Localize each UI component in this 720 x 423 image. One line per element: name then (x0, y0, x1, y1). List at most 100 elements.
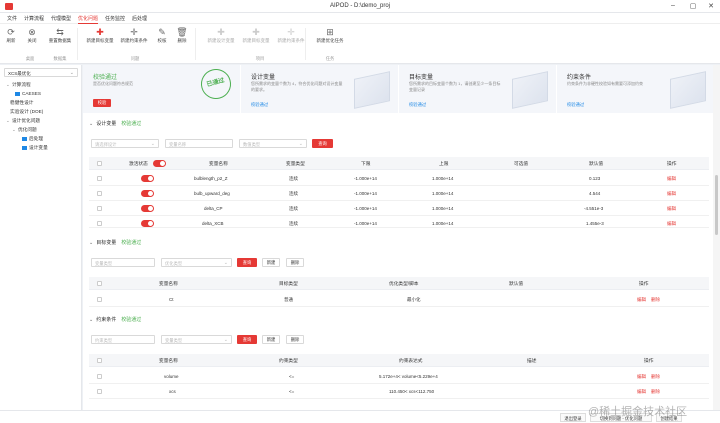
project-select[interactable]: XCS最优化 ⌄ (4, 68, 78, 77)
table-row[interactable]: volume <= 5.172e+4< volume<5.229e+4 编辑 删… (89, 369, 709, 384)
scrollbar-thumb[interactable] (715, 175, 718, 235)
row-checkbox[interactable] (97, 297, 102, 302)
tree-item-opt-problem[interactable]: ⌄ 优化问题 (12, 127, 37, 133)
chevron-down-icon: ⌄ (223, 337, 228, 343)
add-design-icon: ✚ (217, 27, 225, 37)
constraint-header[interactable]: ⌄ 约束条件 校验通过 (89, 316, 141, 323)
edit-link[interactable]: 编辑 (637, 374, 646, 380)
objective-filter-2[interactable]: 优化类型 ⌄ (161, 258, 232, 267)
design-filter-2[interactable]: 变量名称 (165, 139, 233, 148)
delete-link[interactable]: 删除 (651, 297, 660, 303)
table-row[interactable]: bulb_upward_deg 连续 -1.000e+14 1.000e+14 … (89, 186, 709, 201)
menu-optimization[interactable]: 优化问题 (78, 15, 99, 24)
row-checkbox[interactable] (97, 374, 102, 379)
tree-item-caeses[interactable]: CAESES (15, 91, 41, 96)
constraint-filter-1[interactable]: 约束类型 (91, 335, 155, 344)
maximize-icon[interactable]: ▢ (688, 2, 698, 10)
tree-item-design-vars[interactable]: 设计变量 (22, 145, 48, 151)
objective-card: 目标变量 您所需求的目标变量个数为 1，请创建至少一条目标变量记录 校验通过 (399, 65, 556, 113)
row-checkbox[interactable] (97, 191, 102, 196)
passed-stamp: 已通过 (197, 65, 235, 103)
constraint-delete-button[interactable]: 删除 (286, 335, 304, 344)
tree-item-doe[interactable]: 实验设计 (DOE) (10, 109, 43, 115)
chevron-down-icon: ⌄ (6, 82, 10, 87)
table-row[interactable]: xcs <= 110.450< xcs<112.750 编辑 删除 (89, 384, 709, 399)
edit-link[interactable]: 编辑 (667, 221, 676, 227)
vertical-scrollbar[interactable] (713, 65, 720, 410)
check-card: 校验通过 是否优化问题符合规范 校验 已通过 (83, 65, 240, 113)
edit-link[interactable]: 编辑 (637, 297, 646, 303)
menu-flow[interactable]: 计算流程 (24, 15, 44, 22)
menu-file[interactable]: 文件 (7, 15, 17, 22)
title-bar: AIPOD - D:\demo_proj – ▢ ✕ (0, 0, 720, 13)
reset-dataset-button[interactable]: ⇆ 重置数据集 (44, 27, 76, 44)
minimize-icon[interactable]: – (668, 2, 678, 9)
new-objective-button[interactable]: ✚ 新建目标变量 (84, 27, 116, 44)
new-constraint-dim-button[interactable]: ✛ 新建约束条件 (275, 27, 307, 44)
row-checkbox[interactable] (97, 389, 102, 394)
table-row[interactable]: delta_CP 连续 -1.000e+14 1.000e+14 -4.551e… (89, 201, 709, 216)
check-button[interactable]: 校验 (93, 99, 111, 107)
delete-button[interactable]: 🗑 删除 (166, 27, 198, 44)
objective-header[interactable]: ⌄ 目标变量 校验通过 (89, 239, 141, 246)
menu-monitor[interactable]: 任务监控 (105, 15, 125, 22)
edit-link[interactable]: 编辑 (667, 206, 676, 212)
design-filter-1[interactable]: 请选择设计 ⌄ (91, 139, 159, 148)
objective-delete-button[interactable]: 删除 (286, 258, 304, 267)
logout-button[interactable]: 退出登录 (560, 413, 586, 422)
constraint-filter-2[interactable]: 变量类型 ⌄ (161, 335, 232, 344)
edit-link[interactable]: 编辑 (667, 191, 676, 197)
tree-item-robust[interactable]: 稳健性设计 (10, 100, 33, 106)
activate-all-toggle[interactable] (153, 160, 166, 167)
chevron-down-icon: ⌄ (6, 118, 10, 123)
table-row[interactable]: delta_XCB 连续 -1.000e+14 1.000e+14 1.455e… (89, 216, 709, 228)
objective-filter-1[interactable]: 变量类型 (91, 258, 155, 267)
card-illustration (512, 71, 548, 109)
table-row[interactable]: bulblength_p2_Z 连续 -1.000e+14 1.000e+14 … (89, 171, 709, 186)
chevron-down-icon: ⌄ (69, 70, 74, 76)
objective-add-button[interactable]: 新建 (262, 258, 280, 267)
tree-item-postprocess[interactable]: 后处理 (22, 136, 43, 142)
chevron-down-icon: ⌄ (12, 127, 16, 132)
delete-link[interactable]: 删除 (651, 389, 660, 395)
design-query-button[interactable]: 查询 (312, 139, 333, 148)
divider (305, 28, 306, 60)
chevron-down-icon: ⌄ (298, 141, 303, 147)
card-illustration (670, 71, 706, 109)
design-var-header[interactable]: ⌄ 设计变量 校验通过 (89, 120, 141, 127)
reset-icon: ⇆ (56, 27, 64, 37)
select-all-checkbox[interactable] (97, 281, 102, 286)
table-row[interactable]: Ct 普通 最小化 编辑 删除 (89, 292, 709, 307)
design-filter-3[interactable]: 数值类型 ⌄ (239, 139, 307, 148)
menu-surrogate[interactable]: 代理模型 (51, 15, 71, 22)
menu-bar: 文件 计算流程 代理模型 优化问题 任务监控 后处理 (0, 13, 720, 24)
constraint-add-button[interactable]: 新建 (262, 335, 280, 344)
row-checkbox[interactable] (97, 206, 102, 211)
constraint-table-header: 变量名称 约束类型 约束表达式 描述 操作 (89, 354, 709, 367)
new-task-button[interactable]: ⊞ 新建优化任务 (314, 27, 346, 44)
edit-link[interactable]: 编辑 (637, 389, 646, 395)
new-target-var-button[interactable]: ✚ 新建目标变量 (240, 27, 272, 44)
variable-icon (22, 145, 27, 150)
constraint-query-button[interactable]: 查询 (237, 335, 257, 344)
group-label: 数据集 (53, 56, 67, 61)
objective-query-button[interactable]: 查询 (237, 258, 257, 267)
activate-toggle[interactable] (141, 205, 154, 212)
activate-toggle[interactable] (141, 220, 154, 227)
chevron-down-icon: ⌄ (150, 141, 155, 147)
close-icon[interactable]: ✕ (706, 2, 716, 10)
select-all-checkbox[interactable] (97, 161, 102, 166)
activate-toggle[interactable] (141, 175, 154, 182)
trash-icon: 🗑 (176, 27, 188, 37)
edit-link[interactable]: 编辑 (667, 176, 676, 182)
tree-item-design-opt[interactable]: ⌄ 设计优化问题 (6, 118, 40, 124)
delete-link[interactable]: 删除 (651, 374, 660, 380)
menu-postprocess[interactable]: 后处理 (132, 15, 147, 22)
row-checkbox[interactable] (97, 221, 102, 226)
select-all-checkbox[interactable] (97, 358, 102, 363)
group-label: 问题 (130, 56, 140, 61)
tree-item-flow[interactable]: ⌄ 计算流程 (6, 82, 31, 88)
new-design-var-button[interactable]: ✚ 新建设计变量 (205, 27, 237, 44)
row-checkbox[interactable] (97, 176, 102, 181)
activate-toggle[interactable] (141, 190, 154, 197)
